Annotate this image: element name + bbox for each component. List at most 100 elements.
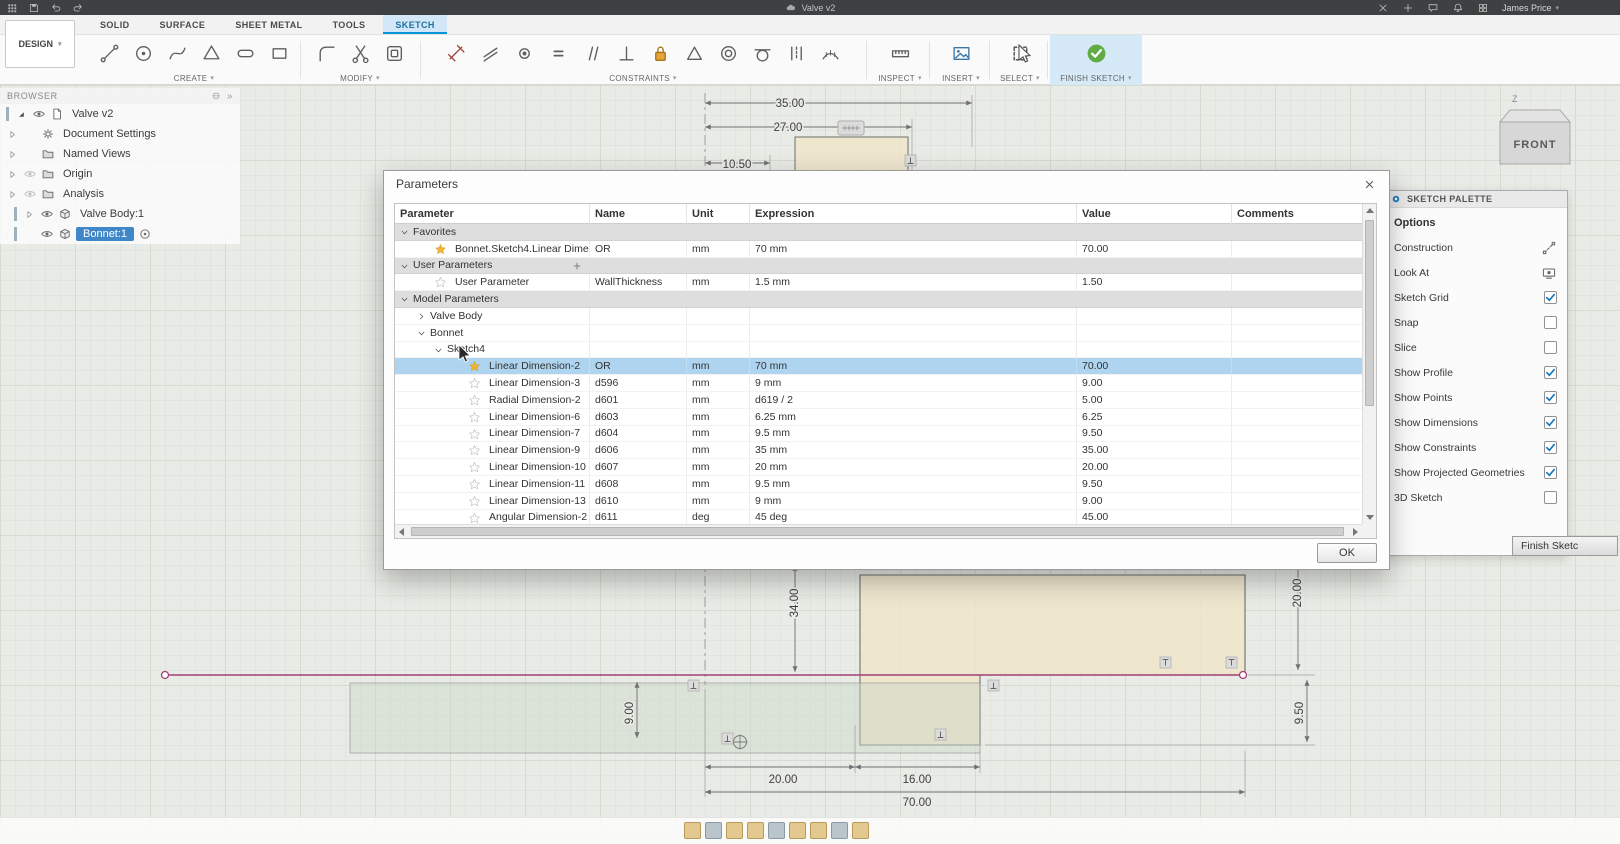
browser-item-analysis[interactable]: Analysis: [0, 184, 240, 204]
offset-tool-button[interactable]: [378, 37, 410, 69]
toolbar-menu-modify[interactable]: MODIFY▾: [303, 74, 417, 83]
user-menu[interactable]: James Price ▾: [1502, 3, 1559, 13]
finish-sketch-button[interactable]: Finish Sketc: [1512, 536, 1618, 556]
insert-image-tool-button[interactable]: [945, 37, 977, 69]
spline-tool-button[interactable]: [161, 37, 193, 69]
eye-off-icon[interactable]: [23, 167, 37, 181]
tab-sketch[interactable]: SKETCH: [383, 15, 446, 34]
palette-header[interactable]: SKETCH PALETTE: [1385, 191, 1567, 208]
param-row-linear-dimension-11[interactable]: Linear Dimension-11d608mm9.5 mm9.50: [395, 476, 1362, 493]
browser-item-valve-v2[interactable]: Valve v2: [0, 104, 240, 124]
star-filled-icon[interactable]: [468, 360, 481, 373]
checkbox-sketch-grid[interactable]: [1544, 291, 1557, 304]
slot-tool-button[interactable]: [229, 37, 261, 69]
parallel-tool-button[interactable]: [576, 37, 608, 69]
checkbox-slice[interactable]: [1544, 341, 1557, 354]
timeline-feature-icon[interactable]: [831, 822, 848, 839]
star-outline-icon[interactable]: [468, 495, 481, 508]
timeline-sketch-icon[interactable]: [789, 822, 806, 839]
browser-item-named-views[interactable]: Named Views: [0, 144, 240, 164]
browser-item-bonnet-1[interactable]: Bonnet:1: [0, 224, 240, 244]
eye-off-icon[interactable]: [23, 187, 37, 201]
horizontal-scrollbar[interactable]: [395, 524, 1362, 538]
param-tree-bonnet[interactable]: Bonnet: [395, 325, 1362, 342]
dialog-titlebar[interactable]: Parameters: [384, 171, 1389, 197]
dimension-label-right-lower[interactable]: 9.50: [1294, 702, 1306, 724]
scroll-right-icon[interactable]: [1353, 528, 1358, 536]
sketch-point-left[interactable]: [162, 672, 169, 679]
fix-tool-button[interactable]: [644, 37, 676, 69]
bell-icon[interactable]: [1452, 2, 1464, 14]
dimension-label-bottom-total[interactable]: 70.00: [903, 797, 932, 809]
circle-tool-button[interactable]: [127, 37, 159, 69]
star-outline-icon[interactable]: [434, 276, 447, 289]
dimension-label-bottom-right[interactable]: 16.00: [903, 774, 932, 786]
select-tool-button[interactable]: [1004, 37, 1036, 69]
timeline-sketch-icon[interactable]: [726, 822, 743, 839]
param-group-user-parameters[interactable]: User Parameters: [395, 258, 1362, 275]
toolbar-menu-finish-sketch[interactable]: FINISH SKETCH▾: [1050, 74, 1142, 83]
expander-collapsed-icon[interactable]: [23, 228, 36, 241]
close-icon[interactable]: [1362, 177, 1377, 192]
tangent-tool-button[interactable]: [746, 37, 778, 69]
expander-collapsed-icon[interactable]: [23, 208, 36, 221]
equal-tool-button[interactable]: [542, 37, 574, 69]
param-group-favorites[interactable]: Favorites: [395, 224, 1362, 241]
expander-collapsed-icon[interactable]: [6, 148, 19, 161]
plus-icon[interactable]: [1402, 2, 1414, 14]
star-outline-icon[interactable]: [468, 478, 481, 491]
sketch-point-right[interactable]: [1240, 672, 1247, 679]
star-outline-icon[interactable]: [468, 512, 481, 524]
checkbox-snap[interactable]: [1544, 316, 1557, 329]
param-row-user-parameter[interactable]: User ParameterWallThicknessmm1.5 mm1.50: [395, 274, 1362, 291]
star-outline-icon[interactable]: [468, 377, 481, 390]
look-at-icon[interactable]: [1541, 265, 1557, 281]
expander-collapsed-icon[interactable]: [6, 168, 19, 181]
timeline-sketch-icon[interactable]: [684, 822, 701, 839]
param-row-linear-dimension-13[interactable]: Linear Dimension-13d610mm9 mm9.00: [395, 493, 1362, 510]
param-row-linear-dimension-3[interactable]: Linear Dimension-3d596mm9 mm9.00: [395, 375, 1362, 392]
curvature-tool-button[interactable]: [814, 37, 846, 69]
tab-tools[interactable]: TOOLS: [321, 15, 378, 34]
timeline-sketch-icon[interactable]: [852, 822, 869, 839]
sketch-profile-region-2[interactable]: [350, 683, 980, 753]
concentric-tool-button[interactable]: [712, 37, 744, 69]
perpendicular-tool-button[interactable]: [610, 37, 642, 69]
finish-sketch-tool-button[interactable]: [1080, 37, 1112, 69]
param-row-linear-dimension-7[interactable]: Linear Dimension-7d604mm9.5 mm9.50: [395, 426, 1362, 443]
ok-button[interactable]: OK: [1317, 543, 1377, 563]
chevron-expanded-icon[interactable]: [399, 227, 410, 238]
chevron-expanded-icon[interactable]: [433, 345, 444, 356]
browser-options-icon[interactable]: ⊖: [212, 91, 221, 102]
param-tree-valve-body[interactable]: Valve Body: [395, 308, 1362, 325]
tab-sheet-metal[interactable]: SHEET METAL: [223, 15, 314, 34]
column-header-value[interactable]: Value: [1076, 204, 1231, 224]
viewcube-top-face[interactable]: [1500, 110, 1570, 122]
tab-surface[interactable]: SURFACE: [148, 15, 218, 34]
param-row-linear-dimension-10[interactable]: Linear Dimension-10d607mm20 mm20.00: [395, 459, 1362, 476]
timeline-feature-icon[interactable]: [705, 822, 722, 839]
checkbox-show-projected-geometries[interactable]: [1544, 466, 1557, 479]
column-header-name[interactable]: Name: [589, 204, 686, 224]
timeline-sketch-icon[interactable]: [810, 822, 827, 839]
param-row-linear-dimension-2[interactable]: Linear Dimension-2ORmm70 mm70.00: [395, 358, 1362, 375]
add-user-parameter-button[interactable]: [571, 260, 583, 272]
param-row-angular-dimension-2[interactable]: Angular Dimension-2d611deg45 deg45.00: [395, 510, 1362, 524]
trim-tool-button[interactable]: [344, 37, 376, 69]
coincident-tool-button[interactable]: [508, 37, 540, 69]
column-header-expression[interactable]: Expression: [749, 204, 1076, 224]
expander-collapsed-icon[interactable]: [6, 128, 19, 141]
param-tree-sketch4[interactable]: Sketch4: [395, 342, 1362, 359]
timeline-sketch-icon[interactable]: [747, 822, 764, 839]
viewcube[interactable]: Z FRONT: [1492, 92, 1578, 172]
chevron-expanded-icon[interactable]: [399, 261, 410, 272]
toolbar-menu-insert[interactable]: INSERT▾: [932, 74, 990, 83]
chevron-expanded-icon[interactable]: [416, 328, 427, 339]
measure-tool-button[interactable]: [884, 37, 916, 69]
star-outline-icon[interactable]: [468, 394, 481, 407]
chevron-collapsed-icon[interactable]: [416, 311, 427, 322]
scroll-down-icon[interactable]: [1366, 515, 1374, 520]
browser-collapse-icon[interactable]: »: [227, 91, 233, 102]
column-header-unit[interactable]: Unit: [686, 204, 749, 224]
dimension-label-left-height[interactable]: 34.00: [789, 589, 801, 618]
